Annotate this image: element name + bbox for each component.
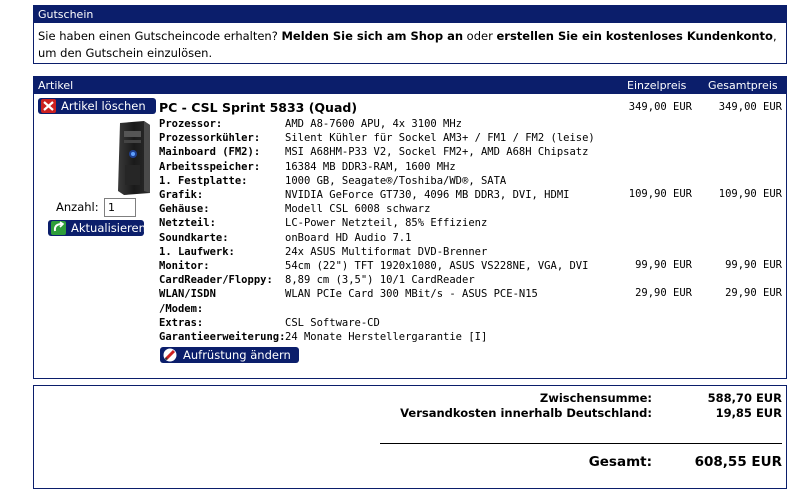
spec-value: WLAN PCIe Card 300 MBit/s - ASUS PCE-N15 xyxy=(285,288,538,301)
spec-value: NVIDIA GeForce GT730, 4096 MB DDR3, DVI,… xyxy=(285,189,570,201)
spec-label: Prozessor: xyxy=(159,118,223,130)
refresh-icon xyxy=(51,221,66,235)
delete-article-button[interactable]: Artikel löschen xyxy=(38,98,156,114)
voucher-text-2: oder xyxy=(463,29,497,43)
spec-value: Silent Kühler für Sockel AM3+ / FM1 / FM… xyxy=(285,132,595,145)
register-link[interactable]: erstellen Sie ein kostenloses Kundenkont… xyxy=(496,29,772,43)
spec-value: Modell CSL 6008 schwarz xyxy=(285,203,431,216)
summary-panel: Zwischensumme: 588,70 EUR Versandkosten … xyxy=(33,385,787,489)
update-label: Aktualisieren xyxy=(71,221,146,235)
voucher-panel: Gutschein Sie haben einen Gutscheincode … xyxy=(33,5,787,64)
subtotal-value: 588,70 EUR xyxy=(707,391,782,405)
spec-value: 16384 MB DDR3-RAM, 1600 MHz xyxy=(285,160,456,173)
spec-label: Gehäuse: xyxy=(159,203,210,216)
spec-label: Mainboard (FM2): xyxy=(159,146,261,159)
spec-value: 24x ASUS Multiformat DVD-Brenner xyxy=(285,245,488,258)
cart-header: Artikel Einzelpreis Gesamtpreis xyxy=(34,77,786,94)
spec-value: CSL Software-CD xyxy=(285,316,380,329)
spec-label: Prozessorkühler: xyxy=(159,132,261,145)
voucher-header: Gutschein xyxy=(34,6,786,23)
spec-value: 54cm (22") TFT 1920x1080, ASUS VS228NE, … xyxy=(285,260,589,272)
quantity-input[interactable] xyxy=(104,198,136,217)
total-separator xyxy=(380,443,782,444)
spec-unit-price: 109,90 EUR xyxy=(628,188,692,200)
shipping-value: 19,85 EUR xyxy=(715,406,782,420)
upgrade-button[interactable]: Aufrüstung ändern xyxy=(160,347,299,363)
shipping-label: Versandkosten innerhalb Deutschland: xyxy=(400,406,652,420)
spec-label: Garantieerweiterung: xyxy=(159,331,286,343)
spec-total-price: 99,90 EUR xyxy=(725,259,782,271)
spec-label: WLAN/ISDN xyxy=(159,288,216,301)
spec-value: MSI A68HM-P33 V2, Sockel FM2+, AMD A68H … xyxy=(285,146,589,159)
spec-total-price: 29,90 EUR xyxy=(725,287,782,300)
spec-value: LC-Power Netzteil, 85% Effizienz xyxy=(285,217,488,230)
spec-value: 24 Monate Herstellergarantie [I] xyxy=(285,331,488,343)
spec-label: 1. Festplatte: xyxy=(159,174,248,187)
total-label: Gesamt: xyxy=(588,454,652,470)
spec-label: CardReader/Floppy: xyxy=(159,274,273,287)
product-image[interactable] xyxy=(114,121,154,195)
login-link[interactable]: Melden Sie sich am Shop an xyxy=(281,29,463,43)
spec-unit-price: 29,90 EUR xyxy=(635,287,692,300)
voucher-text: Sie haben einen Gutscheincode erhalten? … xyxy=(38,28,778,62)
spec-value: 1000 GB, Seagate®/Toshiba/WD®, SATA xyxy=(285,174,507,187)
col-article: Artikel xyxy=(38,79,74,92)
spec-label: 1. Laufwerk: xyxy=(159,245,235,258)
spec-total-price: 109,90 EUR xyxy=(718,188,782,200)
spec-value: AMD A8-7600 APU, 4x 3100 MHz xyxy=(285,118,463,130)
product-title[interactable]: PC - CSL Sprint 5833 (Quad) xyxy=(159,100,357,115)
quantity-label: Anzahl: xyxy=(56,200,99,214)
edit-icon xyxy=(163,348,177,362)
spec-unit-price: 99,90 EUR xyxy=(635,259,692,271)
subtotal-label: Zwischensumme: xyxy=(539,391,652,405)
update-button[interactable]: Aktualisieren xyxy=(48,220,146,236)
spec-label: Extras: xyxy=(159,316,204,329)
product-total-price: 349,00 EUR xyxy=(718,101,782,113)
spec-label: Monitor: xyxy=(159,260,210,272)
spec-value: 8,89 cm (3,5") 10/1 CardReader xyxy=(285,274,475,287)
voucher-text-1: Sie haben einen Gutscheincode erhalten? xyxy=(38,29,282,43)
spec-value: onBoard HD Audio 7.1 xyxy=(285,231,412,244)
spec-label: Soundkarte: xyxy=(159,231,229,244)
spec-label: Grafik: xyxy=(159,189,204,201)
col-total-price: Gesamtpreis xyxy=(708,79,778,92)
delete-icon xyxy=(41,99,56,113)
total-value: 608,55 EUR xyxy=(694,454,782,470)
product-unit-price: 349,00 EUR xyxy=(628,101,692,113)
col-unit-price: Einzelpreis xyxy=(627,79,687,92)
cart-panel: Artikel Einzelpreis Gesamtpreis Artikel … xyxy=(33,76,787,379)
delete-article-label: Artikel löschen xyxy=(61,99,146,113)
spec-label: Arbeitsspeicher: xyxy=(159,160,261,173)
spec-label: /Modem: xyxy=(159,302,204,315)
upgrade-label: Aufrüstung ändern xyxy=(183,348,291,362)
spec-label: Netzteil: xyxy=(159,217,216,230)
